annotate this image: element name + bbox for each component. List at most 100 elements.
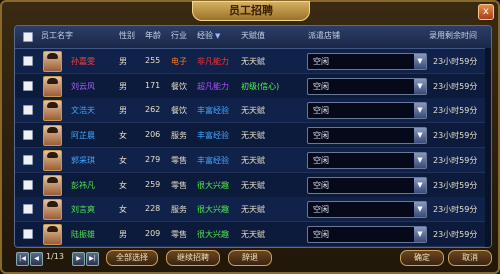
employee-industry: 服务 <box>171 205 187 215</box>
employee-trait: 无天赋 <box>241 106 265 116</box>
col-time: 录用剩余时间 <box>429 31 477 40</box>
table-row[interactable]: 彭祎凡 女 259 零售 很大兴趣 无天赋 空闲 ▼ 23小时59分 <box>15 172 491 198</box>
employee-industry: 电子 <box>171 57 187 66</box>
employee-experience: 很大兴趣 <box>197 205 229 215</box>
remaining-time: 23小时59分 <box>433 229 478 239</box>
row-checkbox[interactable] <box>23 179 33 190</box>
prev-page-button[interactable]: ◀ <box>30 252 43 266</box>
continue-hire-button[interactable]: 继续招聘 <box>166 250 220 266</box>
employee-name: 刘言爽 <box>71 205 95 215</box>
employee-experience: 丰富经验 <box>197 131 229 141</box>
first-page-button[interactable]: |◀ <box>16 252 29 266</box>
employee-name: 彭祎凡 <box>71 180 95 190</box>
table-row[interactable]: 文浩天 男 262 餐饮 丰富经验 无天赋 空闲 ▼ 23小时59分 <box>15 98 491 124</box>
employee-age: 255 <box>145 56 161 65</box>
employee-age: 279 <box>145 154 161 164</box>
employee-experience: 丰富经验 <box>197 106 229 116</box>
last-page-button[interactable]: ▶| <box>86 252 99 266</box>
col-industry: 行业 <box>171 31 187 40</box>
row-checkbox[interactable] <box>23 130 33 141</box>
dropdown-arrow-icon[interactable]: ▼ <box>414 226 426 242</box>
store-select[interactable]: 空闲 ▼ <box>307 102 427 120</box>
footer-bar: |◀ ◀ 1/13 ▶ ▶| 全部选择 继续招聘 辞退 确定 取消 <box>2 248 498 272</box>
row-checkbox[interactable] <box>23 154 33 165</box>
store-select[interactable]: 空闲 ▼ <box>307 53 427 70</box>
dropdown-arrow-icon[interactable]: ▼ <box>414 54 426 69</box>
employee-age: 228 <box>145 204 161 214</box>
dismiss-button[interactable]: 辞退 <box>228 250 272 266</box>
employee-age: 262 <box>145 105 161 115</box>
employee-trait: 无天赋 <box>241 131 265 141</box>
remaining-time: 23小时59分 <box>433 81 478 91</box>
title-bar: 员工招聘 x <box>2 1 498 22</box>
employee-gender: 男 <box>119 81 127 91</box>
row-checkbox[interactable] <box>23 80 33 91</box>
employee-industry: 餐饮 <box>171 81 187 91</box>
employee-gender: 男 <box>119 229 127 239</box>
table-row[interactable]: 陆振雄 男 209 零售 很大兴趣 无天赋 空闲 ▼ 23小时59分 <box>15 221 491 247</box>
employee-age: 206 <box>145 130 161 140</box>
cancel-button[interactable]: 取消 <box>448 250 492 266</box>
employee-gender: 女 <box>119 205 127 215</box>
recruit-window: 员工招聘 x 员工名字 性别 年龄 行业 经验 ▼ 天赋值 派遣店铺 录用剩余时… <box>0 0 500 274</box>
employee-avatar <box>43 223 62 245</box>
col-gender: 性别 <box>119 31 135 40</box>
store-select[interactable]: 空闲 ▼ <box>307 151 427 169</box>
page-indicator: 1/13 <box>46 252 64 261</box>
table-row[interactable]: 刘言爽 女 228 服务 很大兴趣 无天赋 空闲 ▼ 23小时59分 <box>15 197 491 223</box>
table-row[interactable]: 刘云风 男 171 餐饮 超凡能力 初级(信心) 空闲 ▼ 23小时59分 <box>15 73 491 99</box>
confirm-button[interactable]: 确定 <box>400 250 444 266</box>
remaining-time: 23小时59分 <box>433 180 478 190</box>
scrollbar[interactable] <box>485 48 491 247</box>
store-select-value: 空闲 <box>313 106 329 116</box>
employee-trait: 无天赋 <box>241 180 265 190</box>
store-select[interactable]: 空闲 ▼ <box>307 225 427 243</box>
row-checkbox[interactable] <box>23 228 33 239</box>
table-row[interactable]: 孙嘉雯 男 255 电子 非凡能力 无天赋 空闲 ▼ 23小时59分 <box>15 49 491 74</box>
employee-industry: 零售 <box>171 180 187 190</box>
table-row[interactable]: 郭采琪 女 279 零售 丰富经验 无天赋 空闲 ▼ 23小时59分 <box>15 147 491 173</box>
employee-avatar <box>43 199 62 221</box>
store-select-value: 空闲 <box>313 155 329 165</box>
employee-experience: 超凡能力 <box>197 81 229 91</box>
dropdown-arrow-icon[interactable]: ▼ <box>414 128 426 144</box>
store-select-value: 空闲 <box>313 57 329 66</box>
store-select[interactable]: 空闲 ▼ <box>307 77 427 95</box>
row-checkbox[interactable] <box>23 204 33 215</box>
close-button[interactable]: x <box>478 4 494 20</box>
store-select[interactable]: 空闲 ▼ <box>307 127 427 145</box>
employee-gender: 女 <box>119 155 127 165</box>
employee-name: 阿芷晨 <box>71 131 95 141</box>
col-name: 员工名字 <box>41 31 73 40</box>
store-select-value: 空闲 <box>313 205 329 215</box>
employee-industry: 零售 <box>171 155 187 165</box>
dropdown-arrow-icon[interactable]: ▼ <box>414 202 426 218</box>
employee-name: 文浩天 <box>71 106 95 116</box>
select-all-checkbox[interactable] <box>23 32 33 42</box>
employee-gender: 男 <box>119 106 127 116</box>
employee-trait: 无天赋 <box>241 205 265 215</box>
dropdown-arrow-icon[interactable]: ▼ <box>414 78 426 94</box>
store-select[interactable]: 空闲 ▼ <box>307 201 427 219</box>
row-checkbox[interactable] <box>23 105 33 116</box>
employee-table: 员工名字 性别 年龄 行业 经验 ▼ 天赋值 派遣店铺 录用剩余时间 孙嘉雯男 2… <box>14 25 492 248</box>
store-select-value: 空闲 <box>313 131 329 141</box>
dropdown-arrow-icon[interactable]: ▼ <box>414 177 426 193</box>
dropdown-arrow-icon[interactable]: ▼ <box>414 152 426 168</box>
employee-gender: 女 <box>119 180 127 190</box>
row-checkbox[interactable] <box>23 56 33 66</box>
select-all-button[interactable]: 全部选择 <box>106 250 158 266</box>
sort-arrow-icon[interactable]: ▼ <box>215 32 220 40</box>
col-experience[interactable]: 经验 <box>197 30 213 41</box>
table-row[interactable]: 阿芷晨 女 206 服务 丰富经验 无天赋 空闲 ▼ 23小时59分 <box>15 123 491 149</box>
employee-name: 郭采琪 <box>71 155 95 165</box>
employee-avatar <box>43 149 62 171</box>
store-select[interactable]: 空闲 ▼ <box>307 176 427 194</box>
col-age: 年龄 <box>145 31 161 40</box>
employee-gender: 男 <box>119 57 127 66</box>
dropdown-arrow-icon[interactable]: ▼ <box>414 103 426 119</box>
employee-age: 171 <box>145 80 161 90</box>
remaining-time: 23小时59分 <box>433 106 478 116</box>
remaining-time: 23小时59分 <box>433 155 478 165</box>
next-page-button[interactable]: ▶ <box>72 252 85 266</box>
